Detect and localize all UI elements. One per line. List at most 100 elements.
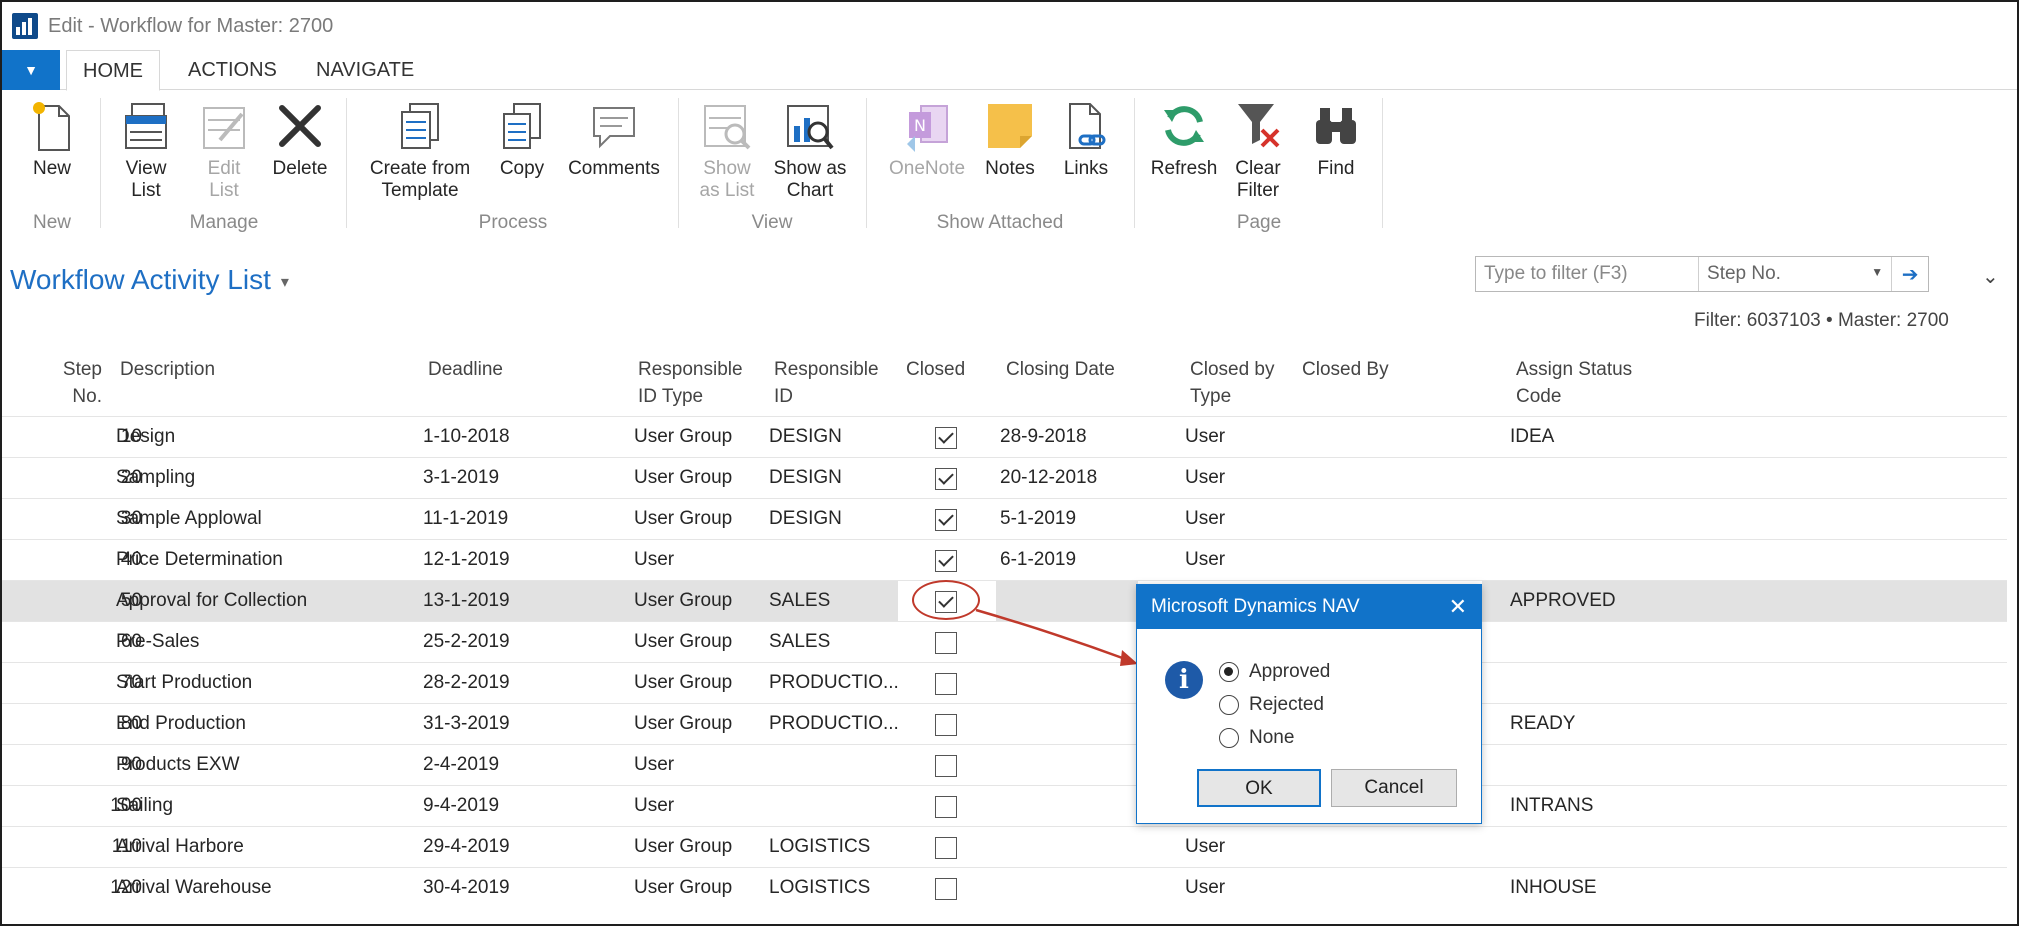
find-label: Find bbox=[1317, 158, 1355, 179]
cell-deadline: 29-4-2019 bbox=[423, 836, 510, 857]
page-title[interactable]: Workflow Activity List ▾ bbox=[10, 264, 289, 296]
group-label-show-attached: Show Attached bbox=[936, 212, 1064, 233]
dialog-title-bar: Microsoft Dynamics NAV ✕ bbox=[1137, 585, 1481, 629]
table-row[interactable]: 10 Design 1-10-2018 User Group DESIGN 28-9-20… bbox=[2, 416, 2007, 457]
radio-rejected[interactable] bbox=[1219, 695, 1239, 715]
template-icon bbox=[401, 103, 439, 149]
table-row[interactable]: 40 Price Determination 12-1-2019 User 6-1-20… bbox=[2, 539, 2007, 580]
cell-description: Sampling bbox=[116, 467, 196, 488]
closed-checkbox[interactable] bbox=[935, 878, 957, 900]
show-as-chart-label: Show as Chart bbox=[773, 158, 847, 201]
cell-resp-type: User bbox=[634, 754, 675, 775]
clear-filter-button[interactable]: Clear Filter bbox=[1224, 98, 1292, 202]
delete-button[interactable]: Delete bbox=[266, 98, 334, 180]
message-dialog: Microsoft Dynamics NAV ✕ i Approved Reje… bbox=[1136, 584, 1482, 824]
cell-closed-by-type: User bbox=[1185, 467, 1226, 488]
tab-navigate[interactable]: NAVIGATE bbox=[300, 50, 430, 90]
cell-deadline: 12-1-2019 bbox=[423, 549, 510, 570]
new-document-icon bbox=[33, 102, 70, 151]
show-as-list-button[interactable]: Show as List bbox=[692, 98, 762, 202]
col-header-closed[interactable]: Closed bbox=[906, 356, 965, 383]
filter-input[interactable]: Type to filter (F3) bbox=[1476, 257, 1700, 291]
table-row[interactable]: 100 Sailing 9-4-2019 User INTRANS bbox=[2, 785, 2007, 826]
view-list-button[interactable]: View List bbox=[114, 98, 178, 202]
table-row[interactable]: 90 Products EXW 2-4-2019 User bbox=[2, 744, 2007, 785]
col-header-step[interactable]: Step No. bbox=[58, 356, 102, 410]
notes-button[interactable]: Notes bbox=[978, 98, 1042, 180]
col-header-resp-type[interactable]: Responsible ID Type bbox=[638, 356, 743, 410]
new-button[interactable]: New bbox=[22, 98, 82, 180]
col-header-closed-by-type[interactable]: Closed by Type bbox=[1190, 356, 1275, 410]
option-none[interactable]: None bbox=[1219, 727, 1294, 749]
close-icon[interactable]: ✕ bbox=[1449, 585, 1467, 629]
cell-description: Arrival Harbore bbox=[116, 836, 244, 857]
filter-go-icon[interactable]: ➔ bbox=[1892, 257, 1928, 291]
closed-checkbox[interactable] bbox=[935, 755, 957, 777]
ok-button[interactable]: OK bbox=[1197, 769, 1321, 807]
create-from-template-button[interactable]: Create from Template bbox=[360, 98, 480, 202]
cell-deadline: 2-4-2019 bbox=[423, 754, 500, 775]
col-header-closed-by[interactable]: Closed By bbox=[1302, 356, 1389, 383]
cell-closing-date: 20-12-2018 bbox=[1000, 467, 1098, 488]
cell-deadline: 25-2-2019 bbox=[423, 631, 510, 652]
col-header-deadline[interactable]: Deadline bbox=[428, 356, 503, 383]
col-header-description[interactable]: Description bbox=[120, 356, 215, 383]
closed-checkbox[interactable] bbox=[935, 550, 957, 572]
dynamics-nav-app-icon bbox=[12, 13, 38, 39]
closed-checkbox[interactable] bbox=[935, 714, 957, 736]
comments-button[interactable]: Comments bbox=[562, 98, 666, 180]
show-as-list-label: Show as List bbox=[699, 158, 755, 201]
cell-deadline: 30-4-2019 bbox=[423, 877, 510, 898]
view-list-label: View List bbox=[125, 158, 167, 201]
onenote-button[interactable]: N OneNote bbox=[882, 98, 972, 180]
dialog-title: Microsoft Dynamics NAV bbox=[1151, 596, 1360, 617]
col-header-closing-date[interactable]: Closing Date bbox=[1006, 356, 1115, 383]
tab-home[interactable]: HOME bbox=[66, 50, 160, 91]
option-approved[interactable]: Approved bbox=[1219, 661, 1330, 683]
links-icon bbox=[1069, 103, 1106, 149]
table-row[interactable]: 80 End Production 31-3-2019 User Group PRODU… bbox=[2, 703, 2007, 744]
col-header-assign-status[interactable]: Assign Status Code bbox=[1516, 356, 1632, 410]
cell-assign-status: READY bbox=[1510, 713, 1576, 734]
cell-resp-type: User Group bbox=[634, 877, 733, 898]
cell-description: Sailing bbox=[116, 795, 174, 816]
show-as-chart-button[interactable]: Show as Chart bbox=[768, 98, 852, 202]
window-title: Edit - Workflow for Master: 2700 bbox=[48, 14, 334, 37]
radio-approved[interactable] bbox=[1219, 662, 1239, 682]
closed-checkbox[interactable] bbox=[935, 673, 957, 695]
links-label: Links bbox=[1063, 158, 1109, 179]
cell-description: Pre-Sales bbox=[116, 631, 200, 652]
cell-resp-type: User Group bbox=[634, 508, 733, 529]
chart-icon bbox=[787, 105, 834, 150]
copy-button[interactable]: Copy bbox=[490, 98, 554, 180]
find-button[interactable]: Find bbox=[1302, 98, 1370, 180]
collapse-icon[interactable]: ⌄ bbox=[1982, 264, 1999, 289]
closed-checkbox[interactable] bbox=[935, 796, 957, 818]
chevron-down-icon[interactable]: ▾ bbox=[281, 274, 289, 291]
refresh-button[interactable]: Refresh bbox=[1148, 98, 1220, 180]
cell-description: End Production bbox=[116, 713, 246, 734]
table-row[interactable]: 110 Arrival Harbore 29-4-2019 User Group LOG… bbox=[2, 826, 2007, 867]
option-rejected[interactable]: Rejected bbox=[1219, 694, 1324, 716]
callout-highlight bbox=[912, 580, 980, 620]
links-button[interactable]: Links bbox=[1054, 98, 1118, 180]
closed-checkbox[interactable] bbox=[935, 837, 957, 859]
tab-actions[interactable]: ACTIONS bbox=[172, 50, 293, 90]
cell-deadline: 31-3-2019 bbox=[423, 713, 510, 734]
filter-field-select[interactable]: Step No. ▼ bbox=[1699, 257, 1893, 291]
closed-checkbox[interactable] bbox=[935, 632, 957, 654]
table-row[interactable]: 120 Arrival Warehouse 30-4-2019 User Group L… bbox=[2, 867, 2007, 908]
edit-list-button[interactable]: Edit List bbox=[192, 98, 256, 202]
closed-checkbox[interactable] bbox=[935, 468, 957, 490]
cancel-button[interactable]: Cancel bbox=[1331, 769, 1457, 807]
radio-none[interactable] bbox=[1219, 728, 1239, 748]
closed-checkbox[interactable] bbox=[935, 427, 957, 449]
cell-resp-type: User Group bbox=[634, 836, 733, 857]
cell-deadline: 11-1-2019 bbox=[423, 508, 509, 529]
app-menu-button[interactable]: ▼ bbox=[2, 50, 60, 90]
table-row[interactable]: 20 Sampling 3-1-2019 User Group DESIGN 20-12-… bbox=[2, 457, 2007, 498]
table-row[interactable]: 30 Sample Applowal 11-1-2019 User Group DESI… bbox=[2, 498, 2007, 539]
col-header-resp-id[interactable]: Responsible ID bbox=[774, 356, 879, 410]
cell-resp-type: User Group bbox=[634, 467, 733, 488]
closed-checkbox[interactable] bbox=[935, 509, 957, 531]
